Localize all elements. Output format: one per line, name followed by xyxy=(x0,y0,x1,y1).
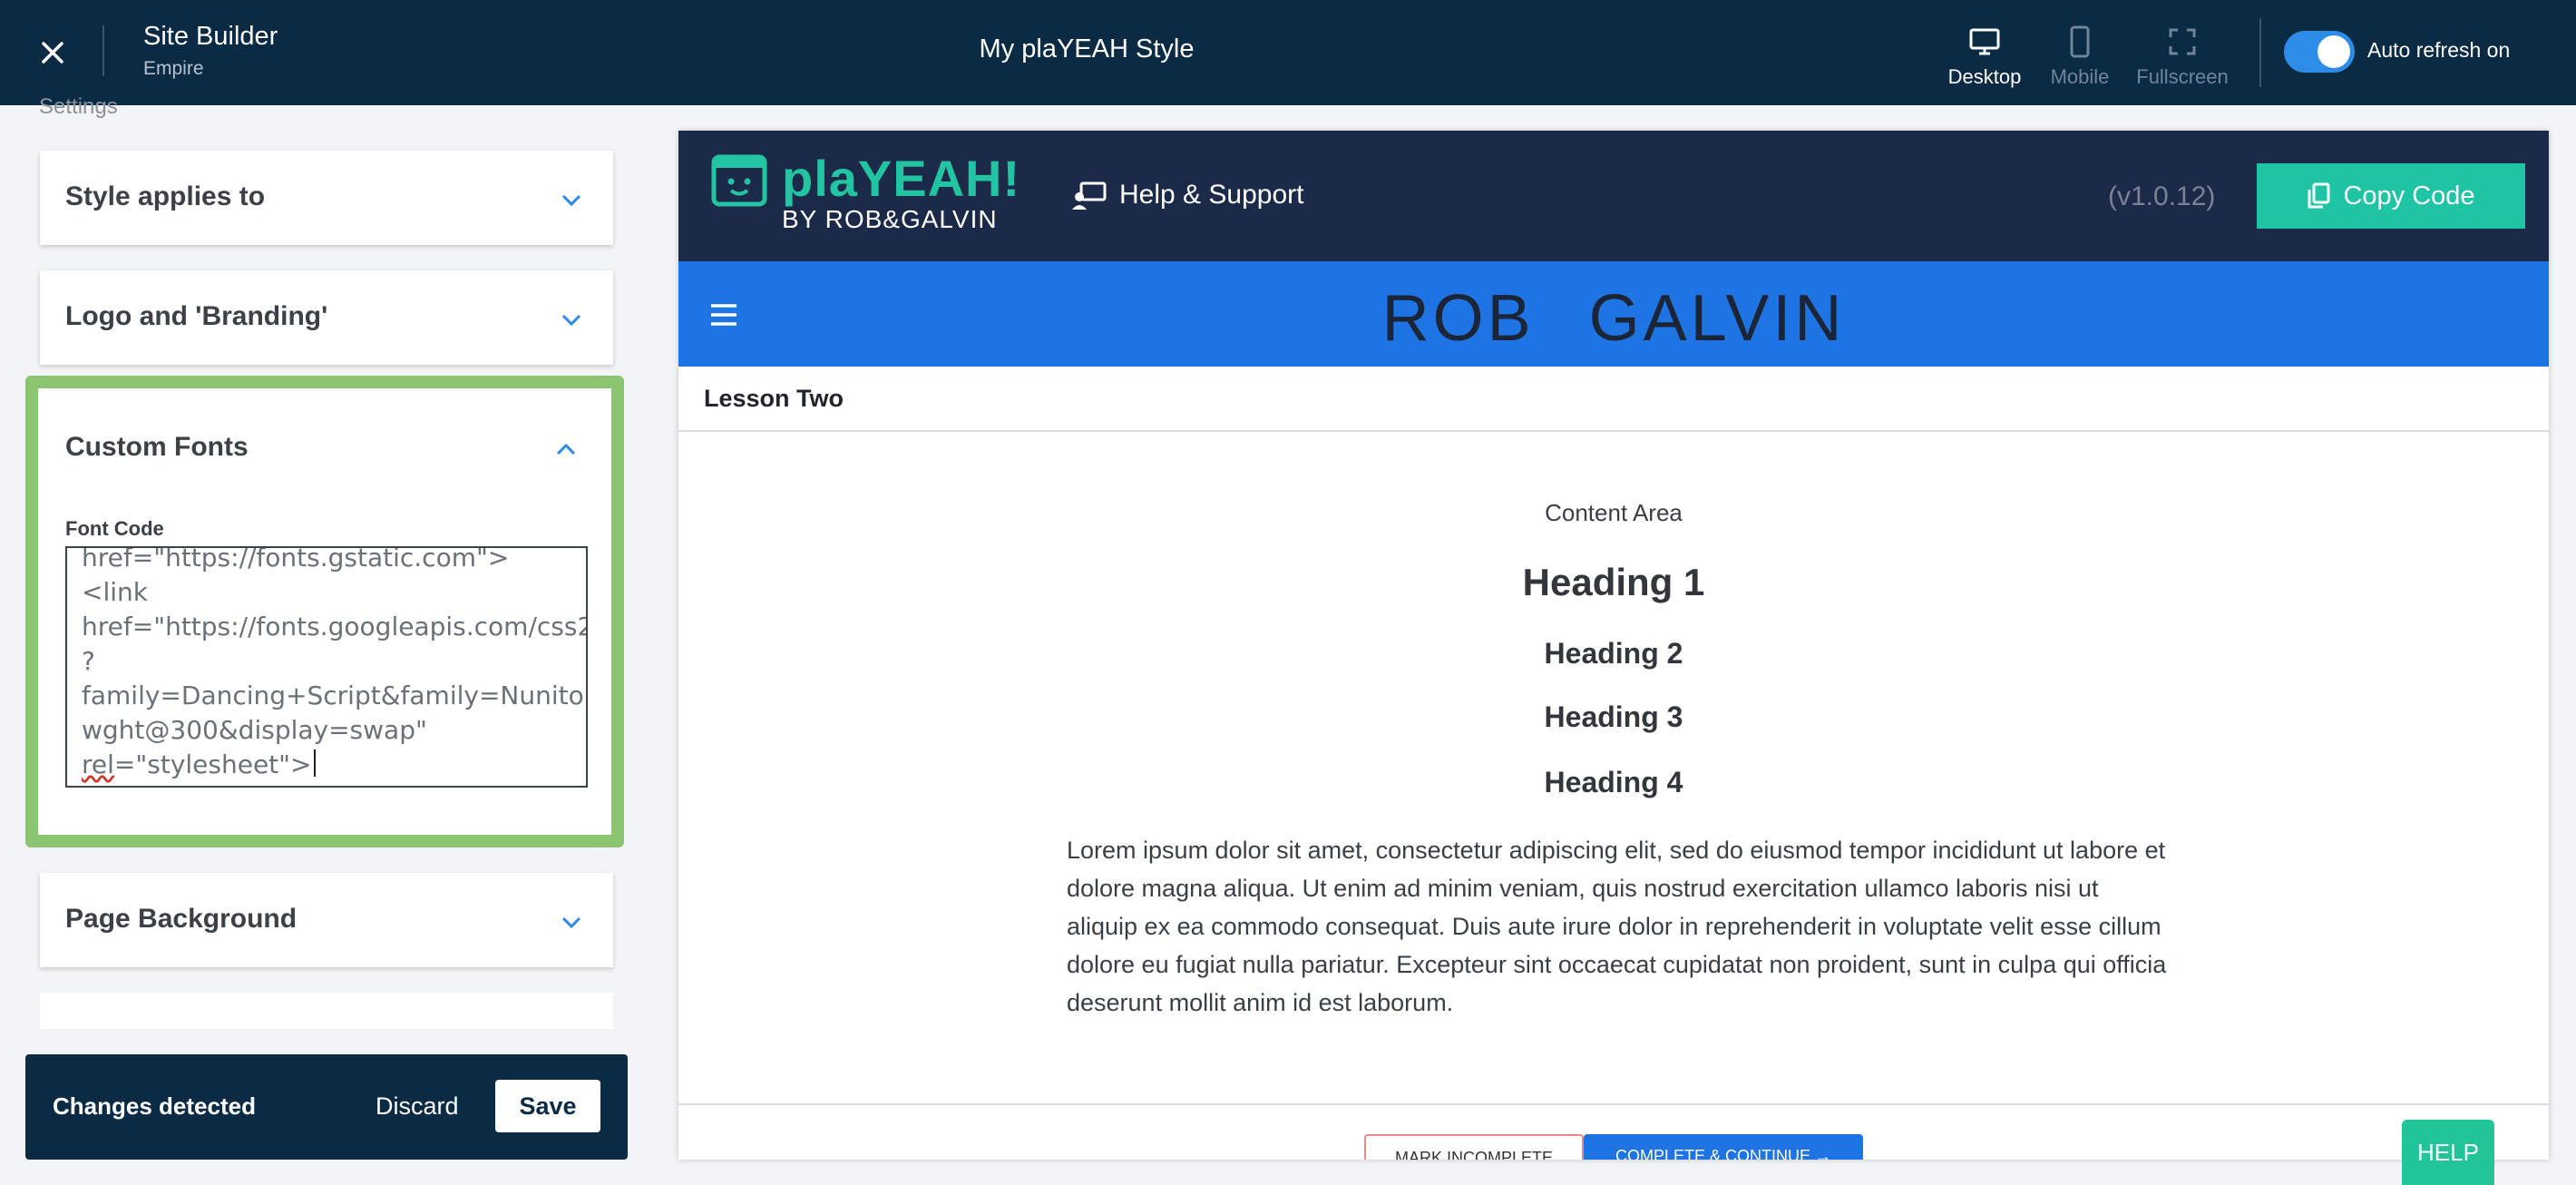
view-desktop-label: Desktop xyxy=(1947,65,2022,88)
complete-continue-button[interactable]: COMPLETE & CONTINUE → xyxy=(1584,1134,1863,1160)
font-code-textarea[interactable]: href="https://fonts.gstatic.com"> <link … xyxy=(65,546,588,788)
copy-code-button[interactable]: Copy Code xyxy=(2257,163,2525,229)
changes-bar: Changes detected Discard Save xyxy=(25,1054,628,1160)
auto-refresh-label: Auto refresh on xyxy=(2367,38,2511,62)
discard-button[interactable]: Discard xyxy=(376,1092,459,1121)
accordion-style-applies[interactable]: Style applies to xyxy=(40,151,613,245)
content-area-label: Content Area xyxy=(1545,499,1683,526)
lesson-title-bar: Lesson Two xyxy=(678,367,2549,432)
logo-face-icon xyxy=(711,154,767,207)
save-button[interactable]: Save xyxy=(495,1080,600,1132)
accordion-partial[interactable] xyxy=(40,993,613,1029)
accordion-title: Style applies to xyxy=(65,181,266,211)
accordion-logo-branding[interactable]: Logo and 'Branding' xyxy=(40,270,613,365)
accordion-page-background[interactable]: Page Background xyxy=(40,873,613,967)
heading-1: Heading 1 xyxy=(1522,561,1705,603)
accordion-custom-fonts: Custom Fonts Font Code href="https://fon… xyxy=(25,376,624,847)
brand-wordmark: ROB GALVIN xyxy=(1381,282,1846,355)
site-preview: plaYEAH! BY ROB&GALVIN Help & Support (v… xyxy=(678,131,2549,1160)
view-desktop-button[interactable]: Desktop xyxy=(1935,25,2034,89)
toggle-knob xyxy=(2317,35,2350,68)
page-title: My plaYEAH Style xyxy=(979,34,1195,64)
help-button[interactable]: HELP xyxy=(2402,1120,2494,1185)
changes-message: Changes detected xyxy=(53,1092,256,1120)
font-code-label: Font Code xyxy=(65,517,164,540)
preview-header: plaYEAH! BY ROB&GALVIN Help & Support (v… xyxy=(678,131,2549,261)
code-line: ? xyxy=(82,646,95,676)
chevron-down-icon xyxy=(561,194,581,207)
accordion-title[interactable]: Custom Fonts xyxy=(65,432,249,463)
heading-2: Heading 2 xyxy=(1544,637,1683,670)
chevron-down-icon xyxy=(561,314,581,327)
accordion-title: Page Background xyxy=(65,904,298,934)
support-icon xyxy=(1072,181,1107,210)
code-line: href="https://fonts.gstatic.com"> xyxy=(82,546,510,573)
code-line: href="https://fonts.googleapis.com/css2 xyxy=(82,612,588,641)
top-bar: Site Builder Empire My plaYEAH Style Des… xyxy=(0,0,2576,105)
code-line: <link xyxy=(82,577,148,607)
chevron-down-icon xyxy=(561,916,581,929)
view-fullscreen-label: Fullscreen xyxy=(2136,65,2229,88)
view-mobile-button[interactable]: Mobile xyxy=(2030,25,2130,89)
mobile-icon xyxy=(2070,25,2090,58)
copy-icon xyxy=(2308,182,2330,209)
preview-nav: ROB GALVIN xyxy=(678,261,2549,367)
logo-text: plaYEAH! xyxy=(782,150,1021,207)
text-caret xyxy=(313,749,316,777)
body-paragraph: Lorem ipsum dolor sit amet, consectetur … xyxy=(1067,837,2167,1016)
code-text: ="stylesheet"> xyxy=(113,749,312,779)
desktop-icon xyxy=(1969,28,2000,55)
accordion-title: Logo and 'Branding' xyxy=(65,301,328,331)
settings-section-label: Settings xyxy=(39,94,118,119)
heading-3: Heading 3 xyxy=(1544,700,1683,733)
fullscreen-icon xyxy=(2169,28,2196,55)
divider xyxy=(2259,18,2261,87)
accordion-partial-card xyxy=(40,993,613,1029)
auto-refresh-toggle[interactable] xyxy=(2284,31,2355,73)
chevron-up-icon[interactable] xyxy=(553,437,579,463)
code-line: wght@300&display=swap" xyxy=(82,715,427,745)
footer-divider xyxy=(678,1103,2549,1105)
code-line: family=Dancing+Script&family=Nunito: xyxy=(82,681,588,710)
logo-subtitle: BY ROB&GALVIN xyxy=(782,205,998,233)
mark-incomplete-button[interactable]: MARK INCOMPLETE xyxy=(1364,1134,1584,1160)
help-support-label: Help & Support xyxy=(1119,180,1304,210)
view-mobile-label: Mobile xyxy=(2050,65,2110,88)
version-label: (v1.0.12) xyxy=(2108,181,2216,211)
help-support-link[interactable]: Help & Support xyxy=(1072,180,1303,211)
heading-4: Heading 4 xyxy=(1544,766,1683,798)
code-line-last: rel="stylesheet"> xyxy=(82,748,571,782)
view-fullscreen-button[interactable]: Fullscreen xyxy=(2132,25,2232,89)
lesson-title: Lesson Two xyxy=(704,385,844,412)
spellcheck-word: rel xyxy=(82,749,114,779)
copy-code-label: Copy Code xyxy=(2343,181,2475,211)
